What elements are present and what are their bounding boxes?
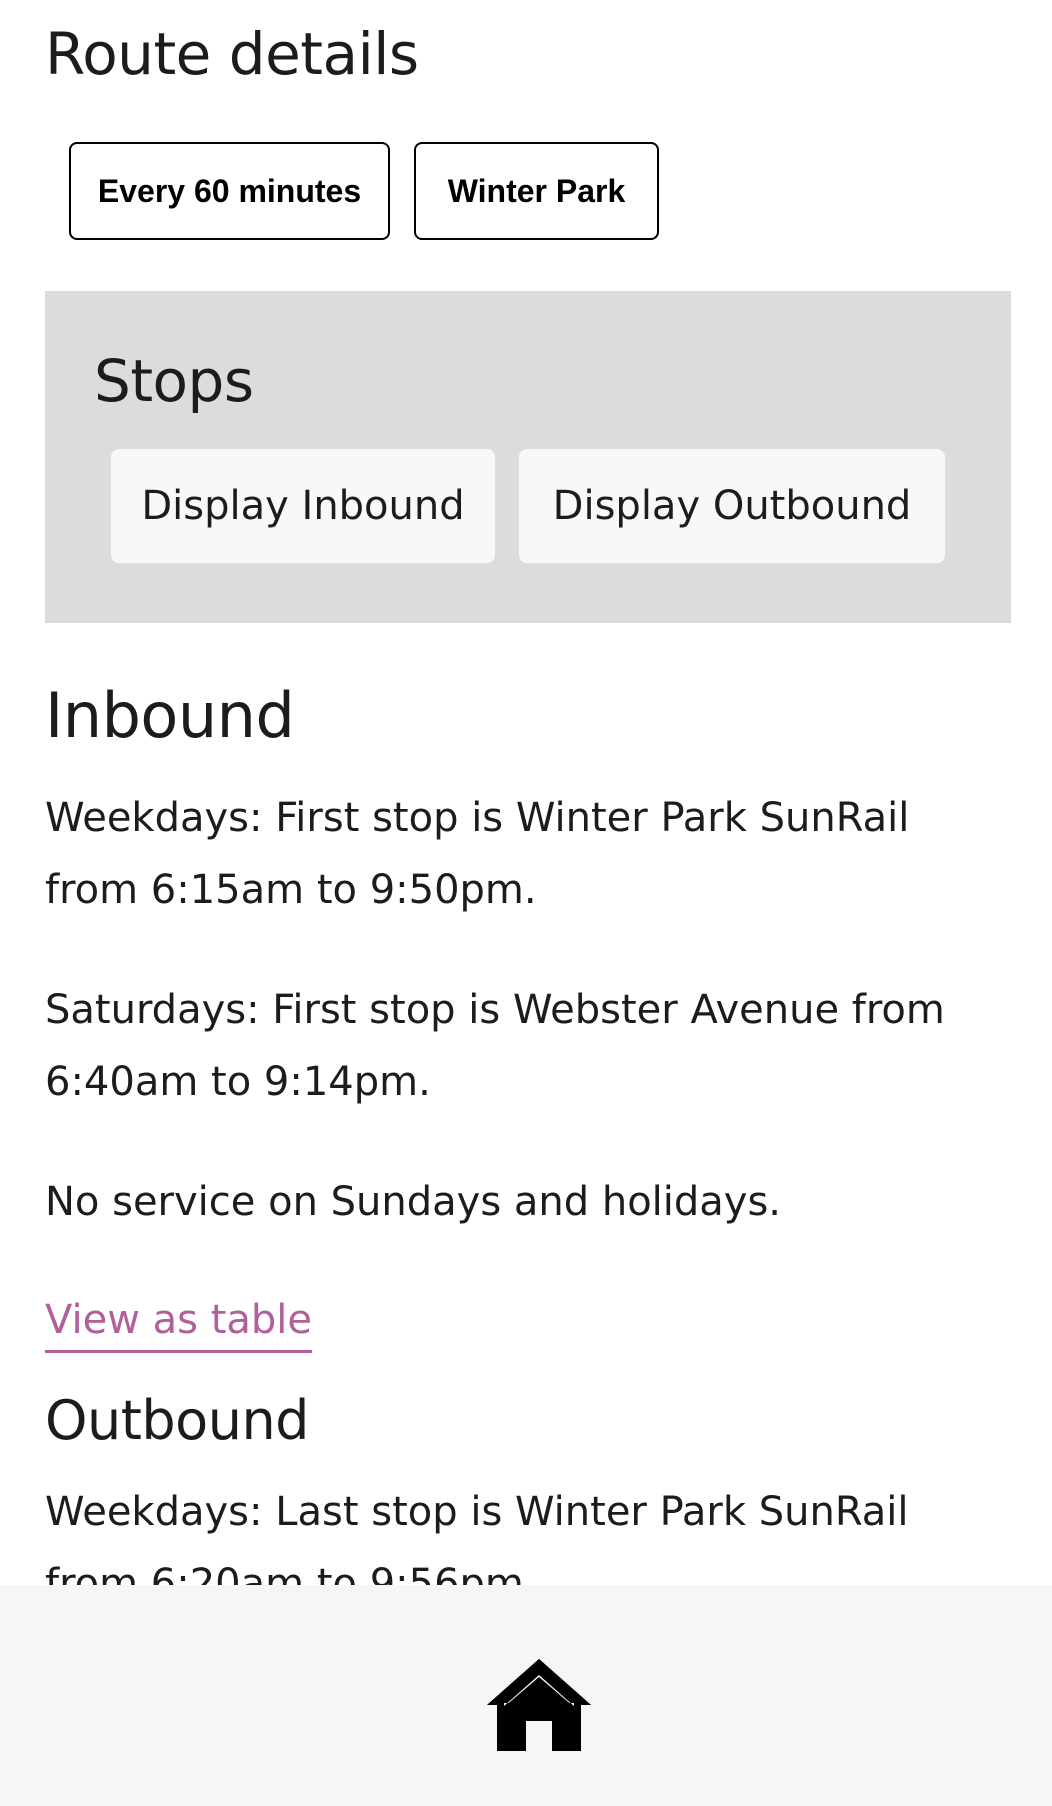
inbound-title: Inbound (45, 679, 295, 752)
display-inbound-button[interactable]: Display Inbound (111, 449, 495, 563)
destination-badge[interactable]: Winter Park (414, 142, 659, 240)
page-title: Route details (45, 20, 419, 88)
route-details-page: Route details Every 60 minutes Winter Pa… (0, 0, 1052, 1806)
home-icon (487, 1659, 591, 1751)
home-button[interactable] (484, 1655, 594, 1755)
stops-panel: Stops Display Inbound Display Outbound (45, 291, 1011, 623)
stops-title: Stops (94, 347, 254, 415)
frequency-badge[interactable]: Every 60 minutes (69, 142, 390, 240)
display-outbound-button[interactable]: Display Outbound (519, 449, 945, 563)
view-as-table-link[interactable]: View as table (45, 1290, 313, 1353)
inbound-no-service-text: No service on Sundays and holidays. (45, 1179, 782, 1225)
inbound-weekdays-text: Weekdays: First stop is Winter Park SunR… (45, 795, 910, 913)
bottom-nav-bar (0, 1585, 1052, 1806)
inbound-saturdays-text: Saturdays: First stop is Webster Avenue … (45, 987, 945, 1105)
outbound-title: Outbound (45, 1389, 309, 1452)
